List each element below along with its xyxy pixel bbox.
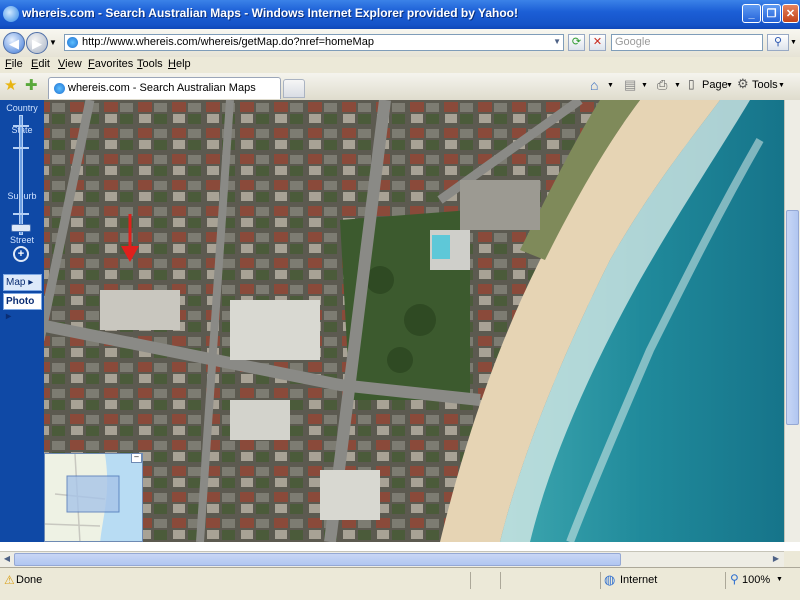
page-dropdown-icon[interactable]: ▼ — [726, 82, 733, 89]
tools-dropdown-icon[interactable]: ▼ — [778, 82, 785, 89]
new-tab-button[interactable] — [283, 79, 305, 98]
tab-page-icon — [54, 83, 65, 94]
favorites-star-icon[interactable]: ★ — [4, 76, 17, 94]
address-dropdown-icon[interactable]: ▼ — [553, 37, 561, 46]
search-icon[interactable]: ⚲ — [767, 34, 789, 51]
page-bottom-gap — [0, 542, 800, 551]
zoom-tick — [13, 147, 29, 149]
overview-map-graphic — [45, 454, 142, 541]
print-dropdown-icon[interactable]: ▼ — [674, 82, 681, 89]
map-view-button[interactable]: Map ▸ — [3, 274, 42, 291]
tools-gear-icon[interactable]: ⚙ — [737, 76, 749, 92]
zoom-in-magnifier-icon[interactable]: + — [13, 246, 29, 262]
zoom-tick — [13, 125, 29, 127]
status-bar: ⚠ Done ◍ Internet ⚲ 100% ▼ — [0, 567, 800, 600]
status-separator — [600, 572, 601, 589]
zoom-level-country[interactable]: Country — [2, 103, 42, 113]
feeds-icon[interactable]: ▤ — [624, 77, 636, 93]
zoom-magnifier-icon[interactable]: ⚲ — [730, 572, 739, 586]
forward-button[interactable]: ▶ — [26, 32, 48, 54]
zoom-tick — [13, 213, 29, 215]
photo-view-label: Photo — [6, 296, 35, 307]
status-separator — [500, 572, 501, 589]
status-separator — [470, 572, 471, 589]
overview-map[interactable] — [44, 453, 143, 542]
menu-bar: File Edit View Favorites Tools Help — [0, 57, 800, 73]
zoom-level-street[interactable]: Street — [2, 235, 42, 245]
menu-favorites[interactable]: Favorites — [88, 58, 133, 70]
menu-file[interactable]: File — [5, 58, 23, 70]
close-button[interactable]: ✕ — [782, 4, 799, 23]
search-options-icon[interactable]: ▼ — [790, 39, 797, 46]
tools-menu-button[interactable]: Tools — [752, 79, 778, 91]
add-favorite-icon[interactable]: ✚ — [25, 76, 38, 94]
zoom-dropdown-icon[interactable]: ▼ — [776, 576, 783, 583]
status-separator — [725, 572, 726, 589]
status-text: Done — [16, 574, 43, 586]
menu-help[interactable]: Help — [168, 58, 191, 70]
horizontal-scroll-thumb[interactable] — [14, 553, 621, 566]
title-bar: whereis.com - Search Australian Maps - W… — [0, 0, 800, 29]
stop-button[interactable]: ✕ — [589, 34, 606, 51]
back-button[interactable]: ◀ — [3, 32, 25, 54]
home-dropdown-icon[interactable]: ▼ — [607, 82, 614, 89]
maximize-button[interactable]: ❐ — [762, 4, 781, 23]
tab-label: whereis.com - Search Australian Maps — [68, 82, 256, 94]
home-icon[interactable]: ⌂ — [590, 77, 598, 93]
page-menu-button[interactable]: Page — [702, 79, 728, 91]
window-title: whereis.com - Search Australian Maps - W… — [22, 6, 519, 20]
ie-logo-icon — [3, 6, 19, 22]
address-field[interactable]: http://www.whereis.com/whereis/getMap.do… — [64, 34, 564, 51]
minimize-button[interactable]: _ — [742, 4, 761, 23]
zoom-slider-track[interactable] — [19, 115, 23, 235]
recent-pages-dropdown-icon[interactable]: ▼ — [49, 38, 57, 47]
overview-collapse-button[interactable]: – — [131, 453, 142, 463]
menu-edit[interactable]: Edit — [31, 58, 50, 70]
search-input[interactable]: Google — [611, 34, 763, 51]
address-url: http://www.whereis.com/whereis/getMap.do… — [82, 36, 374, 48]
scroll-right-arrow-icon[interactable]: ▶ — [769, 552, 783, 566]
address-toolbar: ◀ ▶ ▼ http://www.whereis.com/whereis/get… — [0, 29, 800, 58]
map-view-label: Map — [6, 277, 26, 288]
security-zone-label: Internet — [620, 574, 658, 586]
internet-zone-globe-icon: ◍ — [604, 572, 616, 587]
tab-row: ★ ✚ whereis.com - Search Australian Maps… — [0, 73, 800, 101]
menu-tools[interactable]: Tools — [137, 58, 163, 70]
scrollbar-corner — [784, 551, 800, 567]
tab-whereis[interactable]: whereis.com - Search Australian Maps — [48, 77, 281, 99]
page-icon[interactable]: ▯ — [688, 77, 695, 91]
refresh-button[interactable]: ⟳ — [568, 34, 585, 51]
menu-view[interactable]: View — [58, 58, 82, 70]
page-done-icon: ⚠ — [4, 573, 15, 587]
page-icon — [67, 37, 78, 48]
zoom-slider-thumb[interactable] — [11, 224, 31, 232]
horizontal-scrollbar[interactable]: ◀ ▶ — [0, 551, 784, 567]
scroll-left-arrow-icon[interactable]: ◀ — [0, 552, 14, 566]
vertical-scroll-thumb[interactable] — [786, 210, 799, 425]
photo-view-button[interactable]: Photo ▸ — [3, 293, 42, 322]
print-icon[interactable]: ⎙ — [657, 77, 667, 93]
feeds-dropdown-icon[interactable]: ▼ — [641, 82, 648, 89]
vertical-scrollbar[interactable] — [784, 100, 800, 542]
zoom-level-label[interactable]: 100% — [742, 574, 770, 586]
